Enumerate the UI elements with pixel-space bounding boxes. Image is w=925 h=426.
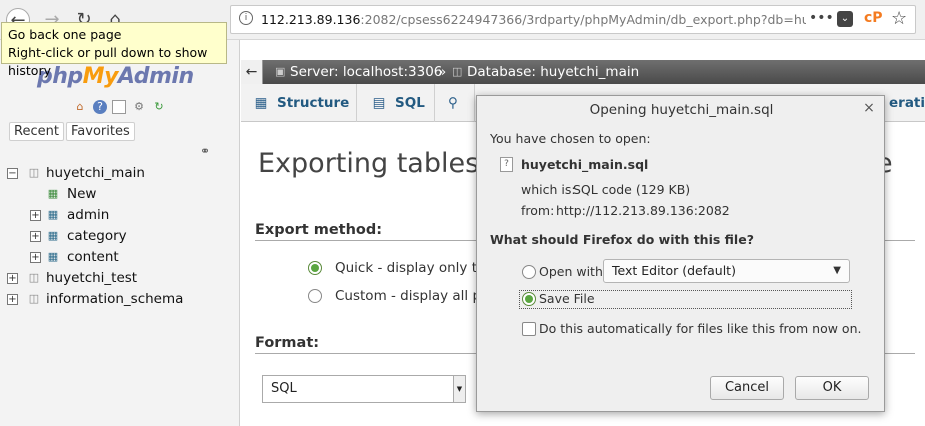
home-icon[interactable]: ⌂	[73, 100, 87, 114]
auto-label[interactable]: Do this automatically for files like thi…	[539, 321, 861, 336]
tree-db-huyetchi-main[interactable]: − ◫ huyetchi_main	[0, 163, 240, 184]
reload-nav-icon[interactable]: ↻	[152, 100, 166, 114]
open-with-label[interactable]: Open with	[539, 264, 603, 279]
tab-search[interactable]: ⚲	[435, 84, 475, 122]
breadcrumb-separator: »	[438, 64, 447, 80]
close-icon[interactable]: ×	[860, 99, 878, 117]
tooltip-line-2: Right-click or pull down to show history	[8, 45, 208, 78]
expand-icon[interactable]: +	[30, 210, 41, 221]
pocket-icon[interactable]: ⌄	[837, 11, 853, 27]
expand-icon[interactable]: +	[30, 252, 41, 263]
cancel-button[interactable]: Cancel	[710, 376, 784, 400]
docs-icon[interactable]	[112, 100, 126, 114]
from-label: from:	[521, 203, 555, 218]
breadcrumb-database[interactable]: Database: huyetchi_main	[467, 60, 639, 84]
url-text: 112.213.89.136:2082/cpsess6224947366/3rd…	[261, 12, 806, 27]
tab-operations[interactable]: eration	[885, 84, 925, 122]
format-select[interactable]: SQL ▼	[262, 375, 466, 403]
expand-icon[interactable]: +	[7, 294, 18, 305]
settings-gear-icon[interactable]: ⚙	[132, 100, 146, 114]
filename: huyetchi_main.sql	[521, 157, 649, 172]
breadcrumb-server[interactable]: Server: localhost:3306	[290, 60, 442, 84]
server-icon: ▣	[275, 65, 286, 78]
database-icon: ◫	[28, 271, 40, 284]
help-icon[interactable]: ?	[93, 100, 107, 114]
which-is-label: which is:	[521, 182, 576, 197]
quick-label[interactable]: Quick - display only th	[335, 260, 486, 276]
database-icon: ◫	[28, 292, 40, 305]
collapse-panel-icon[interactable]: ←	[241, 60, 263, 84]
tab-operations-label: eration	[889, 95, 925, 111]
chosen-text: You have chosen to open:	[490, 131, 651, 146]
which-is-value: SQL code (129 KB)	[573, 182, 691, 197]
tree-table-label[interactable]: category	[67, 226, 127, 247]
info-icon[interactable]: i	[239, 11, 253, 25]
chevron-down-icon: ▼	[833, 265, 841, 276]
tree-db-huyetchi-test[interactable]: + ◫ huyetchi_test	[0, 268, 240, 289]
tab-sql[interactable]: ▤ SQL	[357, 84, 435, 122]
bookmark-star-icon[interactable]: ☆	[891, 8, 907, 29]
tree-table-label[interactable]: admin	[67, 205, 109, 226]
open-file-dialog: Opening huyetchi_main.sql × You have cho…	[476, 95, 885, 412]
database-icon: ◫	[452, 65, 463, 78]
tab-structure[interactable]: ▦ Structure	[241, 84, 357, 122]
tree-db-label[interactable]: information_schema	[46, 289, 183, 310]
open-with-value: Text Editor (default)	[612, 263, 736, 278]
url-bar[interactable]: i 112.213.89.136:2082/cpsess6224947366/3…	[230, 5, 916, 34]
link-icon[interactable]: ⚭	[200, 144, 210, 158]
save-file-radio[interactable]	[522, 292, 536, 306]
ok-button[interactable]: OK	[795, 376, 869, 400]
table-icon: ▦	[47, 250, 59, 263]
question-heading: What should Firefox do with this file?	[490, 232, 754, 247]
format-value: SQL	[271, 381, 297, 396]
file-unknown-icon: ?	[500, 157, 513, 172]
open-with-select[interactable]: Text Editor (default) ▼	[603, 259, 850, 283]
format-title: Format:	[255, 335, 320, 351]
quick-radio[interactable]	[308, 261, 322, 275]
chevron-down-icon: ▼	[453, 376, 465, 402]
save-file-label[interactable]: Save File	[539, 291, 595, 306]
back-tooltip: Go back one page Right-click or pull dow…	[1, 22, 227, 78]
sql-icon: ▤	[372, 95, 386, 111]
tree-new-table[interactable]: ▦ New	[0, 184, 240, 205]
navigation-panel: phpMyAdmin ⌂ ? ⚙ ↻ Recent Favorites ⚭ − …	[0, 40, 240, 426]
tree-table-content[interactable]: + ▦ content	[0, 247, 240, 268]
custom-label[interactable]: Custom - display all p	[335, 288, 481, 304]
open-with-radio[interactable]	[522, 265, 536, 279]
database-icon: ◫	[28, 166, 40, 179]
tree-new-label[interactable]: New	[67, 184, 96, 205]
table-icon: ▦	[47, 229, 59, 242]
custom-radio[interactable]	[308, 289, 322, 303]
tree-db-label[interactable]: huyetchi_test	[46, 268, 137, 289]
expand-icon[interactable]: +	[7, 273, 18, 284]
cpanel-icon[interactable]: cP	[864, 10, 883, 26]
export-method-title: Export method:	[255, 222, 383, 238]
tooltip-line-1: Go back one page	[8, 27, 122, 42]
collapse-icon[interactable]: −	[7, 168, 18, 179]
recent-button[interactable]: Recent	[9, 122, 64, 141]
tree-table-label[interactable]: content	[67, 247, 119, 268]
expand-icon[interactable]: +	[30, 231, 41, 242]
tree-db-label[interactable]: huyetchi_main	[46, 163, 145, 184]
page-actions-icon[interactable]: •••	[809, 10, 834, 26]
tree-table-category[interactable]: + ▦ category	[0, 226, 240, 247]
tree-db-information-schema[interactable]: + ◫ information_schema	[0, 289, 240, 310]
url-path: :2082/cpsess6224947366/3rdparty/phpMyAdm…	[360, 12, 806, 27]
dialog-title: Opening huyetchi_main.sql	[589, 102, 774, 118]
new-table-icon: ▦	[47, 187, 59, 200]
breadcrumb: ← ▣ Server: localhost:3306 » ◫ Database:…	[241, 60, 925, 84]
tab-sql-label: SQL	[395, 95, 425, 111]
tab-structure-label: Structure	[277, 95, 350, 111]
search-icon: ⚲	[448, 95, 458, 111]
auto-checkbox[interactable]	[522, 322, 536, 336]
url-host: 112.213.89.136	[261, 12, 361, 27]
favorites-button[interactable]: Favorites	[66, 122, 135, 141]
table-icon: ▦	[47, 208, 59, 221]
structure-icon: ▦	[254, 95, 268, 111]
tree-table-admin[interactable]: + ▦ admin	[0, 205, 240, 226]
from-value: http://112.213.89.136:2082	[556, 203, 730, 218]
page-title: Exporting tables	[258, 148, 480, 179]
